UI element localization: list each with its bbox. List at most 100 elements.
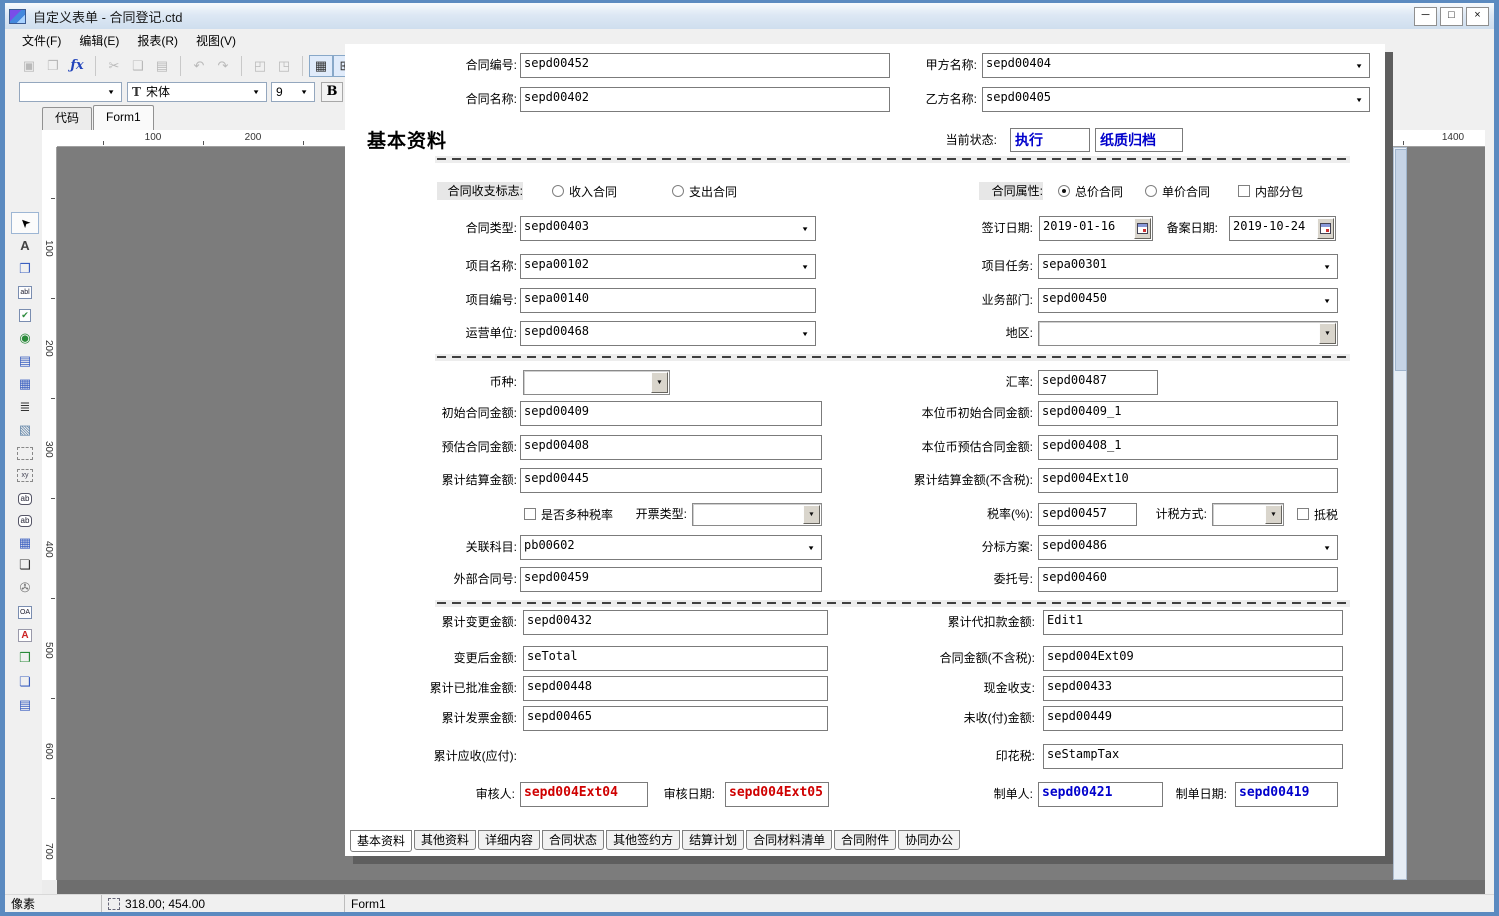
scrollbar-thumb[interactable] [1395, 149, 1407, 371]
invoice-type-combobox[interactable]: ▼ [692, 503, 822, 526]
status-archive-box[interactable]: 纸质归档 [1095, 128, 1183, 152]
exchange-rate-input[interactable]: sepd00487 [1038, 370, 1158, 395]
approved-total-input[interactable]: sepd00448 [523, 676, 828, 701]
radio-income-contract[interactable]: 收入合同 [552, 182, 617, 200]
menu-report[interactable]: 报表(R) [128, 30, 187, 51]
toolbox-richtext-icon[interactable]: A [8, 624, 42, 646]
bold-button[interactable]: B [321, 82, 343, 102]
toolbox-checkbox-icon[interactable]: ✔ [8, 304, 42, 326]
currency-combobox[interactable]: ▼ [523, 370, 670, 395]
paste-icon[interactable]: ▤ [150, 55, 174, 77]
outstanding-amount-input[interactable]: sepd00449 [1043, 706, 1343, 731]
menu-file[interactable]: 文件(F) [13, 30, 70, 51]
party-a-combobox[interactable]: sepd00404▼ [982, 53, 1370, 78]
contract-no-input[interactable]: sepd00452 [520, 53, 890, 78]
toolbox-textbox-icon[interactable]: abl [8, 281, 42, 303]
close-button[interactable]: × [1466, 7, 1489, 26]
estimated-amount-base-input[interactable]: sepd00408_1 [1038, 435, 1338, 460]
project-name-combobox[interactable]: sepa00102▼ [520, 254, 816, 279]
toolbox-detail-list-icon[interactable]: ▤ [8, 694, 42, 716]
radio-unit-price-contract[interactable]: 单价合同 [1145, 182, 1210, 200]
tab-details[interactable]: 详细内容 [478, 830, 540, 850]
settled-amount-notax-input[interactable]: sepd004Ext10 [1038, 468, 1338, 493]
toolbox-memo-icon[interactable]: ≣ [8, 396, 42, 418]
checkbox-internal-subcontract[interactable]: 内部分包 [1238, 182, 1303, 200]
estimated-amount-input[interactable]: sepd00408 [520, 435, 822, 460]
project-no-input[interactable]: sepa00140 [520, 288, 816, 313]
status-exec-box[interactable]: 执行 [1010, 128, 1090, 152]
withheld-total-input[interactable]: Edit1 [1043, 610, 1343, 635]
vertical-scrollbar[interactable] [1393, 147, 1407, 880]
toolbox-label-icon[interactable]: A [8, 235, 42, 257]
tab-collaboration[interactable]: 协同办公 [898, 830, 960, 850]
send-to-back-icon[interactable]: ◳ [272, 55, 296, 77]
party-b-combobox[interactable]: sepd00405▼ [982, 87, 1370, 112]
bid-scheme-combobox[interactable]: sepd00486▼ [1038, 535, 1338, 560]
toolbox-book-icon[interactable]: ❒ [8, 647, 42, 669]
record-date-input[interactable]: 2019-10-24 [1229, 216, 1336, 241]
tab-settlement-plan[interactable]: 结算计划 [682, 830, 744, 850]
dropdown-button[interactable]: ▼ [651, 372, 668, 393]
toolbox-grid-icon[interactable]: ▦ [8, 532, 42, 554]
menu-edit[interactable]: 编辑(E) [70, 30, 128, 51]
toolbox-masked-edit-icon[interactable]: ab [8, 509, 42, 531]
toolbox-oa-icon[interactable]: OA [8, 601, 42, 623]
bring-to-front-icon[interactable]: ◰ [248, 55, 272, 77]
undo-icon[interactable]: ↶ [187, 55, 211, 77]
font-size-combobox[interactable]: 9 ▼ [271, 82, 315, 102]
grid-toggle-icon[interactable]: ▦ [309, 55, 333, 77]
save-icon[interactable]: ▣ [17, 55, 41, 77]
font-combobox[interactable]: T 宋体 ▼ [127, 82, 267, 102]
external-contract-no-input[interactable]: sepd00459 [520, 567, 822, 592]
toolbox-combobox-icon[interactable]: ▤ [8, 350, 42, 372]
contract-name-input[interactable]: sepd00402 [520, 87, 890, 112]
contract-type-combobox[interactable]: sepd00403▼ [520, 216, 816, 241]
tab-attachments[interactable]: 合同附件 [834, 830, 896, 850]
tab-form1[interactable]: Form1 [93, 105, 154, 130]
toolbox-radiobutton-icon[interactable]: ◉ [8, 327, 42, 349]
audit-date-input[interactable]: sepd004Ext05 [725, 782, 829, 807]
initial-amount-input[interactable]: sepd00409 [520, 401, 822, 426]
toolbox-shape-icon[interactable] [8, 442, 42, 464]
initial-amount-base-input[interactable]: sepd00409_1 [1038, 401, 1338, 426]
toolbox-document-icon[interactable]: ❏ [8, 671, 42, 693]
toolbox-edit-icon[interactable]: ab [8, 487, 42, 509]
checkbox-tax-deduction[interactable]: 抵税 [1297, 505, 1338, 523]
entrust-no-input[interactable]: sepd00460 [1038, 567, 1338, 592]
amount-after-change-input[interactable]: seTotal [523, 646, 828, 671]
toolbox-datepicker-icon[interactable]: ▦ [8, 373, 42, 395]
changed-total-input[interactable]: sepd00432 [523, 610, 828, 635]
invoiced-total-input[interactable]: sepd00465 [523, 706, 828, 731]
dropdown-button[interactable]: ▼ [1319, 323, 1336, 344]
tab-code[interactable]: 代码 [42, 107, 92, 130]
related-subject-combobox[interactable]: pb00602▼ [520, 535, 822, 560]
redo-icon[interactable]: ↷ [211, 55, 235, 77]
toolbox-image-icon[interactable]: ▧ [8, 419, 42, 441]
toolbox-page-panel-icon[interactable]: ❏ [8, 554, 42, 576]
title-bar[interactable]: 自定义表单 - 合同登记.ctd ─ □ × [5, 3, 1494, 29]
menu-view[interactable]: 视图(V) [187, 30, 245, 51]
print-preview-icon[interactable]: ❐ [41, 55, 65, 77]
tab-other-signers[interactable]: 其他签约方 [606, 830, 680, 850]
cut-icon[interactable]: ✂ [102, 55, 126, 77]
operating-unit-combobox[interactable]: sepd00468▼ [520, 321, 816, 346]
region-combobox[interactable]: ▼ [1038, 321, 1338, 346]
cash-flow-input[interactable]: sepd00433 [1043, 676, 1343, 701]
tab-other-info[interactable]: 其他资料 [414, 830, 476, 850]
prepare-date-input[interactable]: sepd00419 [1235, 782, 1338, 807]
radio-total-price-contract[interactable]: 总价合同 [1058, 182, 1123, 200]
tab-material-list[interactable]: 合同材料清单 [746, 830, 832, 850]
stamp-tax-input[interactable]: seStampTax [1043, 744, 1343, 769]
tab-contract-status[interactable]: 合同状态 [542, 830, 604, 850]
copy-icon[interactable]: ❑ [126, 55, 150, 77]
toolbox-panel-icon[interactable]: ❐ [8, 258, 42, 280]
minimize-button[interactable]: ─ [1414, 7, 1437, 26]
maximize-button[interactable]: □ [1440, 7, 1463, 26]
amount-notax-input[interactable]: sepd004Ext09 [1043, 646, 1343, 671]
date-picker-button[interactable] [1317, 218, 1334, 239]
toolbox-attachment-icon[interactable]: ✇ [8, 577, 42, 599]
tab-basic-info[interactable]: 基本资料 [350, 830, 412, 852]
settled-amount-input[interactable]: sepd00445 [520, 468, 822, 493]
project-task-combobox[interactable]: sepa00301▼ [1038, 254, 1338, 279]
dropdown-button[interactable]: ▼ [803, 505, 820, 524]
